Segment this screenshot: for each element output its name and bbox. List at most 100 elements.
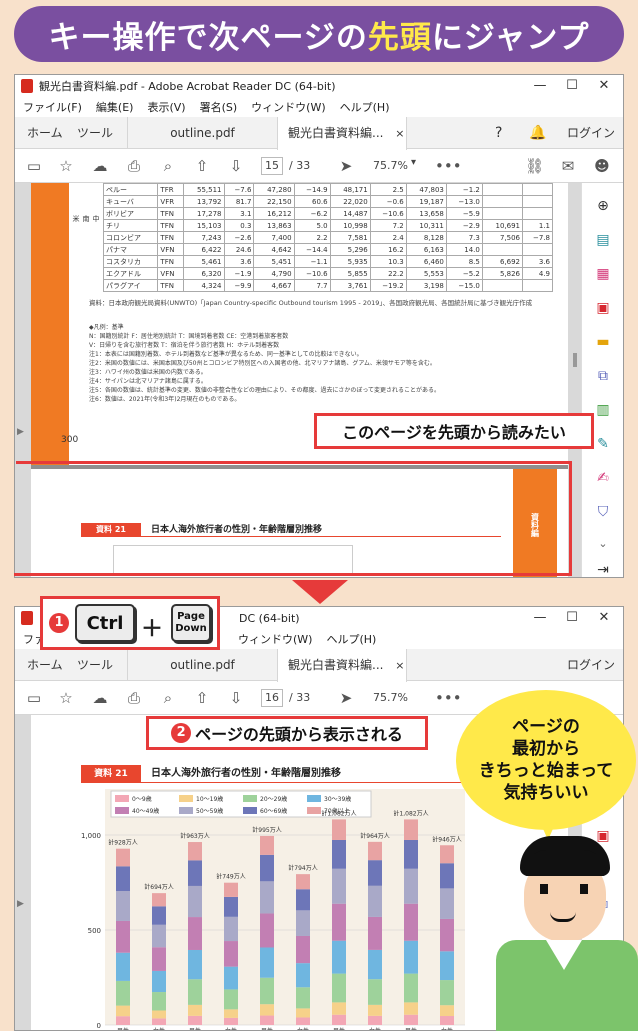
- cloud-upload-icon-bottom[interactable]: ☁: [91, 689, 109, 707]
- table-cell: 14.0: [445, 243, 483, 256]
- maximize-button-bottom[interactable]: ☐: [557, 607, 587, 629]
- close-window-button[interactable]: ✕: [589, 75, 619, 97]
- mail-icon[interactable]: ✉: [559, 157, 577, 175]
- bubble-line-4: 気持ちいい: [503, 783, 589, 803]
- next-page-icon[interactable]: ⇩: [227, 157, 245, 175]
- bell-icon[interactable]: 🔔: [529, 117, 546, 149]
- cursor-icon-bottom[interactable]: ➤: [337, 689, 355, 707]
- scroll-left-arrow-bottom[interactable]: ▶: [17, 899, 24, 909]
- organize-pages-icon[interactable]: ▦: [594, 265, 612, 283]
- menu-edit[interactable]: 編集(E): [96, 99, 134, 115]
- tab-tools-bottom[interactable]: ツール: [77, 649, 113, 681]
- more-icon[interactable]: •••: [435, 157, 462, 175]
- table-cell: −5.2: [445, 267, 483, 280]
- comment-icon[interactable]: ▬: [594, 333, 612, 351]
- bar-segment: [404, 1002, 418, 1015]
- link-icon[interactable]: ⛓: [525, 157, 544, 175]
- print-icon-bottom[interactable]: ⎙: [125, 689, 143, 707]
- zoom-select-bottom[interactable]: 75.7%: [373, 691, 408, 704]
- legend-swatch: [307, 807, 321, 814]
- minimize-button-bottom[interactable]: —: [525, 607, 555, 629]
- scroll-left-arrow[interactable]: ▶: [17, 427, 24, 437]
- zoom-search-icon-bottom[interactable]: ⌕: [159, 689, 177, 707]
- star-icon-bottom[interactable]: ☆: [57, 689, 75, 707]
- more-icon-bottom[interactable]: •••: [435, 689, 462, 707]
- table-cell: [481, 243, 524, 256]
- table-cell: 4.9: [522, 267, 553, 280]
- step-1-badge: 1: [49, 613, 69, 633]
- menu-sign[interactable]: 署名(S): [200, 99, 238, 115]
- tab-outline-pdf[interactable]: outline.pdf: [127, 117, 277, 149]
- tab-home[interactable]: ホーム: [27, 117, 63, 149]
- side-tab-label: 資料編: [530, 513, 540, 537]
- table-row: コスタリカ TFN 5,461 3.6 5,451 −1.1 5,935 10.3 6,460 8…: [102, 255, 553, 268]
- menu-window-bottom[interactable]: ウィンドウ(W): [238, 631, 312, 647]
- export-pdf-icon[interactable]: ▤: [594, 231, 612, 249]
- combine-icon[interactable]: ⧉: [594, 367, 612, 385]
- save-icon-bottom[interactable]: ▭: [25, 689, 43, 707]
- table-cell: 7.7: [293, 279, 331, 292]
- collapse-panel-icon[interactable]: ⇥: [594, 561, 612, 577]
- table-cell: 8.5: [445, 255, 483, 268]
- sign-icon[interactable]: ✍: [594, 469, 612, 487]
- table-cell: 81.7: [223, 195, 255, 208]
- tab-close-icon[interactable]: ×: [395, 127, 404, 140]
- bar-segment: [224, 1009, 238, 1018]
- tab-kanko-pdf[interactable]: 観光白書資料編... ×: [277, 117, 407, 150]
- protect-icon[interactable]: ⛉: [594, 503, 612, 521]
- minimize-button[interactable]: —: [525, 75, 555, 97]
- tab-home-bottom[interactable]: ホーム: [27, 649, 63, 681]
- save-icon[interactable]: ▭: [25, 157, 43, 175]
- login-link-bottom[interactable]: ログイン: [567, 649, 615, 681]
- tab-bar: ホーム ツール outline.pdf 観光白書資料編... × ? 🔔 ログイ…: [15, 117, 623, 150]
- chevron-down-icon[interactable]: ▾: [411, 157, 416, 168]
- menu-file[interactable]: ファイル(F): [23, 99, 82, 115]
- bar-segment: [224, 966, 238, 990]
- print-icon[interactable]: ⎙: [125, 157, 143, 175]
- login-link[interactable]: ログイン: [567, 117, 615, 149]
- banner-text-2: 先頭: [367, 19, 432, 56]
- bar-segment: [260, 881, 274, 914]
- scrollbar-thumb[interactable]: [573, 353, 577, 367]
- cursor-icon[interactable]: ➤: [337, 157, 355, 175]
- edit-pdf-icon[interactable]: ✎: [594, 435, 612, 453]
- tab-kanko-pdf-bottom[interactable]: 観光白書資料編... ×: [277, 649, 407, 682]
- bar-segment: [296, 910, 310, 936]
- close-window-button-bottom[interactable]: ✕: [589, 607, 619, 629]
- tab-outline-pdf-bottom[interactable]: outline.pdf: [127, 649, 277, 681]
- menu-help-bottom[interactable]: ヘルプ(H): [326, 631, 376, 647]
- zoom-select[interactable]: 75.7%: [373, 159, 408, 172]
- next-page-icon-bottom[interactable]: ⇩: [227, 689, 245, 707]
- menu-window[interactable]: ウィンドウ(W): [251, 99, 325, 115]
- pagedown-key-line1: Page: [177, 611, 205, 622]
- zoom-in-icon[interactable]: ⊕: [594, 197, 612, 215]
- help-icon[interactable]: ?: [495, 117, 502, 149]
- add-user-icon[interactable]: ☻: [593, 157, 611, 175]
- pdf-app-icon-bottom: [21, 611, 33, 625]
- legend-swatch: [115, 795, 129, 802]
- bar-segment: [260, 1015, 274, 1025]
- bar-segment: [296, 1017, 310, 1025]
- prev-page-icon[interactable]: ⇧: [193, 157, 211, 175]
- prev-page-icon-bottom[interactable]: ⇧: [193, 689, 211, 707]
- chevron-down-panel-icon[interactable]: ⌄: [594, 535, 612, 553]
- compress-icon[interactable]: ▥: [594, 401, 612, 419]
- bar-segment: [404, 1014, 418, 1025]
- star-icon[interactable]: ☆: [57, 157, 75, 175]
- tab-tools[interactable]: ツール: [77, 117, 113, 149]
- cloud-upload-icon[interactable]: ☁: [91, 157, 109, 175]
- table-row: エクアドル VFN 6,320 −1.9 4,790 −10.6 5,855 22.2 5,55…: [102, 267, 553, 280]
- page-number-input-bottom[interactable]: 16: [261, 689, 283, 707]
- create-pdf-icon[interactable]: ▣: [594, 299, 612, 317]
- menu-help[interactable]: ヘルプ(H): [340, 99, 390, 115]
- tab-close-icon-bottom[interactable]: ×: [395, 659, 404, 672]
- table-cell: −7.6: [223, 183, 255, 196]
- table-cell: キューバ: [102, 195, 159, 208]
- highlight-frame-bottom: [14, 573, 572, 576]
- zoom-search-icon[interactable]: ⌕: [159, 157, 177, 175]
- menu-view[interactable]: 表示(V): [147, 99, 185, 115]
- table-cell: −10.6: [293, 267, 331, 280]
- note-line: 注2：米国の数値には、米国本国及び50州とコロンビア特別区への入国者の他、北マリ…: [89, 360, 436, 367]
- page-number-input[interactable]: 15: [261, 157, 283, 175]
- maximize-button[interactable]: ☐: [557, 75, 587, 97]
